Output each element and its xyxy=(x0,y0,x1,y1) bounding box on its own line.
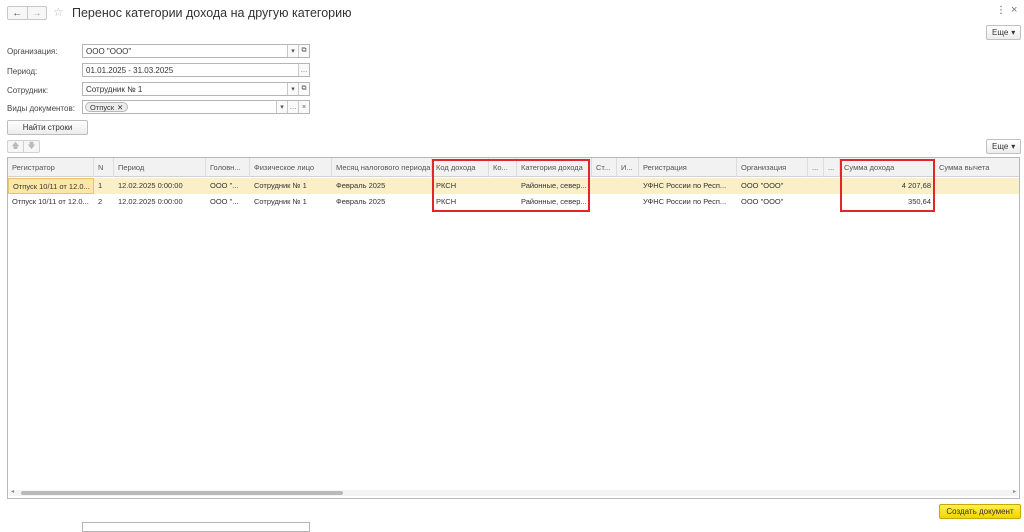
select-period-icon[interactable]: … xyxy=(298,64,309,76)
cell-i[interactable] xyxy=(617,178,639,194)
employee-value: Сотрудник № 1 xyxy=(86,84,143,94)
scroll-left-icon[interactable]: ◂ xyxy=(11,488,14,495)
select-icon[interactable]: … xyxy=(287,101,298,113)
favorite-star-icon[interactable]: ☆ xyxy=(53,5,64,19)
create-document-button[interactable]: Создать документ xyxy=(939,504,1021,519)
column-header-tax-month[interactable]: Месяц налогового периода xyxy=(332,158,432,177)
column-header-i[interactable]: И... xyxy=(617,158,639,177)
dropdown-arrow-icon[interactable]: ▾ xyxy=(287,83,298,95)
organization-value: ООО "ООО" xyxy=(86,46,132,56)
cell-registrator[interactable]: Отпуск 10/11 от 12.0... xyxy=(8,178,94,194)
clear-icon[interactable]: × xyxy=(298,101,309,113)
dropdown-arrow-icon[interactable]: ▾ xyxy=(287,45,298,57)
cell-deduction-amount[interactable] xyxy=(935,178,1019,194)
cell-deduction-amount[interactable] xyxy=(935,194,1019,210)
find-rows-button[interactable]: Найти строки xyxy=(7,120,88,135)
cell-organization[interactable]: ООО "ООО" xyxy=(737,178,808,194)
column-header-organization[interactable]: Организация xyxy=(737,158,808,177)
doc-types-field[interactable]: Отпуск ✕ ▾ … × xyxy=(82,100,310,114)
employee-label: Сотрудник: xyxy=(7,86,49,95)
employee-field[interactable]: Сотрудник № 1 ▾ ⧉ xyxy=(82,82,310,96)
cell-tax-month[interactable]: Февраль 2025 xyxy=(332,178,432,194)
cell-person[interactable]: Сотрудник № 1 xyxy=(250,194,332,210)
bottom-field-partial[interactable] xyxy=(82,522,310,532)
horizontal-scrollbar[interactable]: ◂ ▸ xyxy=(9,488,1018,496)
column-header-registrator[interactable]: Регистратор xyxy=(8,158,94,177)
cell-n[interactable]: 1 xyxy=(94,178,114,194)
cell-st[interactable] xyxy=(592,194,617,210)
doc-type-tag-label: Отпуск xyxy=(90,102,115,112)
cell-head[interactable]: ООО "... xyxy=(206,194,250,210)
table-more-button[interactable]: Еще ▾ xyxy=(986,139,1022,154)
move-up-icon[interactable]: 🡅 xyxy=(8,141,23,152)
column-header-registration[interactable]: Регистрация xyxy=(639,158,737,177)
back-arrow-icon[interactable]: ← xyxy=(8,7,27,19)
forward-arrow-icon[interactable]: → xyxy=(26,7,47,19)
cell-organization[interactable]: ООО "ООО" xyxy=(737,194,808,210)
cell-extra2[interactable] xyxy=(824,194,840,210)
doc-types-label: Виды документов: xyxy=(7,104,75,113)
cell-registration[interactable]: УФНС России по Респ... xyxy=(639,178,737,194)
cell-period[interactable]: 12.02.2025 0:00:00 xyxy=(114,178,206,194)
kebab-menu-icon[interactable]: ⋮ xyxy=(996,5,1006,16)
column-header-period[interactable]: Период xyxy=(114,158,206,177)
open-link-icon[interactable]: ⧉ xyxy=(298,45,309,57)
cell-head[interactable]: ООО "... xyxy=(206,178,250,194)
cell-n[interactable]: 2 xyxy=(94,194,114,210)
cell-tax-month[interactable]: Февраль 2025 xyxy=(332,194,432,210)
period-value: 01.01.2025 - 31.03.2025 xyxy=(86,65,174,75)
cell-person[interactable]: Сотрудник № 1 xyxy=(250,178,332,194)
column-header-n[interactable]: N xyxy=(94,158,114,177)
cell-i[interactable] xyxy=(617,194,639,210)
dropdown-arrow-icon[interactable]: ▾ xyxy=(276,101,287,113)
more-button[interactable]: Еще ▾ xyxy=(986,25,1022,40)
cell-extra2[interactable] xyxy=(824,178,840,194)
cell-registrator[interactable]: Отпуск 10/11 от 12.0... xyxy=(8,194,94,210)
cell-period[interactable]: 12.02.2025 0:00:00 xyxy=(114,194,206,210)
period-field[interactable]: 01.01.2025 - 31.03.2025 … xyxy=(82,63,310,77)
cell-st[interactable] xyxy=(592,178,617,194)
open-link-icon[interactable]: ⧉ xyxy=(298,83,309,95)
doc-type-tag[interactable]: Отпуск ✕ xyxy=(85,102,129,112)
table-more-label: Еще xyxy=(992,142,1009,151)
column-header-extra2[interactable]: ... xyxy=(824,158,840,177)
scroll-right-icon[interactable]: ▸ xyxy=(1013,488,1016,495)
scrollbar-thumb[interactable] xyxy=(21,491,343,495)
cell-registration[interactable]: УФНС России по Респ... xyxy=(639,194,737,210)
move-down-icon[interactable]: 🡇 xyxy=(23,141,39,152)
dropdown-caret-icon: ▾ xyxy=(1011,142,1016,151)
data-table[interactable]: Регистратор N Период Головн... Физическое ли… xyxy=(7,157,1020,499)
organization-label: Организация: xyxy=(7,47,58,56)
move-buttons: 🡅 🡇 xyxy=(7,140,40,153)
nav-buttons: ← → xyxy=(7,6,47,20)
column-header-deduction-amount[interactable]: Сумма вычета xyxy=(935,158,1019,177)
more-label: Еще xyxy=(992,28,1009,37)
period-label: Период: xyxy=(7,67,38,76)
cell-extra1[interactable] xyxy=(808,194,824,210)
cell-extra1[interactable] xyxy=(808,178,824,194)
column-header-extra1[interactable]: ... xyxy=(808,158,824,177)
organization-field[interactable]: ООО "ООО" ▾ ⧉ xyxy=(82,44,310,58)
remove-tag-icon[interactable]: ✕ xyxy=(117,103,123,112)
column-header-st[interactable]: Ст... xyxy=(592,158,617,177)
page-title: Перенос категории дохода на другую катег… xyxy=(72,6,352,20)
column-header-person[interactable]: Физическое лицо xyxy=(250,158,332,177)
column-header-head[interactable]: Головн... xyxy=(206,158,250,177)
dropdown-caret-icon: ▾ xyxy=(1011,28,1016,37)
highlight-income-code-category xyxy=(432,159,590,212)
highlight-income-amount xyxy=(840,159,935,212)
close-icon[interactable]: × xyxy=(1011,4,1017,16)
